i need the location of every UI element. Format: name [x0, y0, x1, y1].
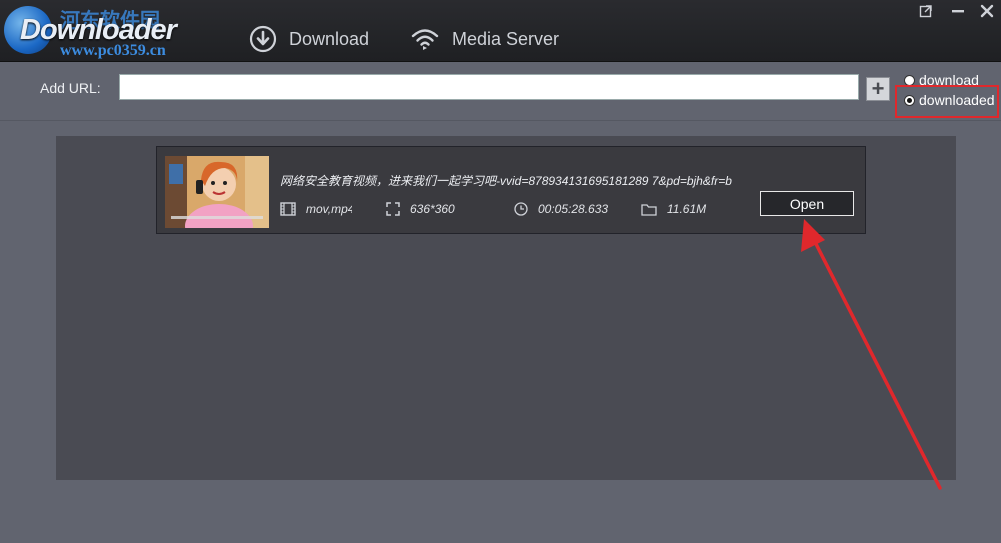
video-size-text: 11.61M	[667, 202, 707, 216]
url-label: Add URL:	[40, 80, 101, 96]
video-size: 11.61M	[641, 202, 706, 216]
downloads-panel: 网络安全教育视频，进来我们一起学习吧-vvid=8789341316951812…	[56, 136, 956, 480]
video-format: mov,mp4,m4a	[280, 202, 352, 216]
minimize-icon[interactable]	[951, 4, 965, 18]
wifi-icon	[411, 29, 439, 50]
restore-icon[interactable]	[919, 4, 933, 18]
list-item: 网络安全教育视频，进来我们一起学习吧-vvid=8789341316951812…	[156, 146, 866, 234]
open-button[interactable]: Open	[760, 191, 854, 216]
video-resolution: 636*360	[386, 202, 455, 216]
add-url-button[interactable]: +	[866, 77, 890, 101]
app-logo: 河东软件园 Downloader www.pc0359.cn	[0, 0, 220, 61]
radio-download-dot[interactable]	[904, 74, 915, 86]
video-thumbnail[interactable]	[165, 156, 269, 228]
video-resolution-text: 636*360	[410, 202, 455, 216]
close-icon[interactable]	[980, 4, 994, 18]
video-format-text: mov,mp4,m4a	[306, 202, 352, 216]
cartoon-thumbnail-image	[165, 156, 269, 228]
video-title: 网络安全教育视频，进来我们一起学习吧-vvid=8789341316951812…	[280, 174, 732, 188]
video-duration: 00:05:28.633	[514, 202, 608, 216]
folder-icon	[641, 203, 657, 216]
tab-media-server-label: Media Server	[452, 28, 560, 49]
resolution-icon	[386, 202, 400, 216]
tab-download[interactable]: Download	[249, 21, 369, 57]
tab-media-server[interactable]: Media Server	[410, 21, 559, 57]
tab-download-label: Download	[289, 28, 370, 49]
download-icon	[249, 25, 277, 53]
watermark-url: www.pc0359.cn	[60, 42, 166, 59]
url-input[interactable]	[119, 74, 859, 100]
clock-icon	[514, 202, 528, 216]
film-icon	[280, 202, 296, 216]
url-bar: Add URL: + download downloaded	[0, 62, 1001, 121]
annotation-highlight-box	[895, 85, 999, 118]
title-bar: 河东软件园 Downloader www.pc0359.cn Download …	[0, 0, 1001, 62]
video-duration-text: 00:05:28.633	[538, 202, 609, 216]
